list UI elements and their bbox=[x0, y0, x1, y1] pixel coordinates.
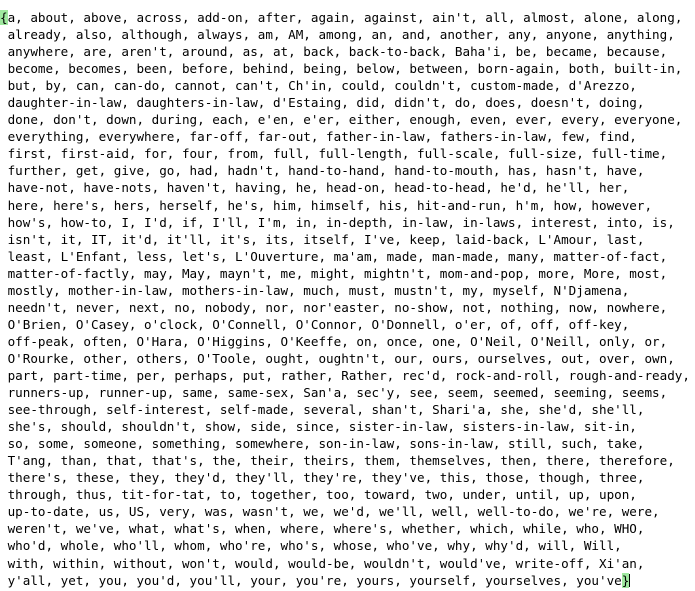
code-line-text: isn't, it, IT, it'd, it'll, it's, its, i… bbox=[0, 231, 645, 247]
code-line: so, some, someone, something, somewhere,… bbox=[0, 435, 690, 452]
code-line: {a, about, above, across, add-on, after,… bbox=[0, 9, 690, 26]
code-line: first, first-aid, for, four, from, full,… bbox=[0, 145, 690, 162]
code-line: further, get, give, go, had, hadn't, han… bbox=[0, 162, 690, 179]
code-line-text: off-peak, often, O'Hara, O'Higgins, O'Ke… bbox=[0, 333, 668, 349]
code-line: with, within, without, won't, would, wou… bbox=[0, 555, 690, 572]
code-line-text: done, don't, down, during, each, e'en, e… bbox=[0, 112, 683, 128]
code-line-text: a, about, above, across, add-on, after, … bbox=[7, 10, 683, 25]
close-brace-highlight: } bbox=[621, 572, 630, 588]
code-line-text: daughter-in-law, daughters-in-law, d'Est… bbox=[0, 95, 645, 111]
code-line: isn't, it, IT, it'd, it'll, it's, its, i… bbox=[0, 231, 690, 248]
code-line-text: weren't, we've, what, what's, when, wher… bbox=[0, 521, 645, 537]
code-line-text: up-to-date, us, US, very, was, wasn't, w… bbox=[0, 504, 660, 520]
code-line-text: needn't, never, next, no, nobody, nor, n… bbox=[0, 299, 668, 315]
code-line: done, don't, down, during, each, e'en, e… bbox=[0, 111, 690, 128]
code-line-text: already, also, although, always, am, AM,… bbox=[0, 27, 675, 43]
code-line-text: O'Brien, O'Casey, o'clock, O'Connell, O'… bbox=[0, 316, 630, 332]
code-line: off-peak, often, O'Hara, O'Higgins, O'Ke… bbox=[0, 333, 690, 350]
code-line-text: through, thus, tit-for-tat, to, together… bbox=[0, 487, 637, 503]
code-line: she's, should, shouldn't, show, side, si… bbox=[0, 418, 690, 435]
code-line-text: everything, everywhere, far-off, far-out… bbox=[0, 129, 637, 145]
code-line: part, part-time, per, perhaps, put, rath… bbox=[0, 367, 690, 384]
code-line: become, becomes, been, before, behind, b… bbox=[0, 60, 690, 77]
open-brace-highlight: { bbox=[0, 10, 8, 25]
code-line: but, by, can, can-do, cannot, can't, Ch'… bbox=[0, 77, 690, 94]
code-line: runners-up, runner-up, same, same-sex, S… bbox=[0, 384, 690, 401]
code-line: mostly, mother-in-law, mothers-in-law, m… bbox=[0, 282, 690, 299]
code-line-text: mostly, mother-in-law, mothers-in-law, m… bbox=[0, 282, 630, 298]
code-line-text: see-through, self-interest, self-made, s… bbox=[0, 402, 645, 418]
code-line: T'ang, than, that, that's, the, their, t… bbox=[0, 452, 690, 469]
code-line: through, thus, tit-for-tat, to, together… bbox=[0, 486, 690, 503]
code-line-text: she's, should, shouldn't, show, side, si… bbox=[0, 419, 637, 435]
code-line-text: first, first-aid, for, four, from, full,… bbox=[0, 146, 668, 162]
code-text-content[interactable]: {a, about, above, across, add-on, after,… bbox=[0, 9, 690, 589]
code-line: O'Brien, O'Casey, o'clock, O'Connell, O'… bbox=[0, 316, 690, 333]
code-line-text: become, becomes, been, before, behind, b… bbox=[0, 61, 683, 77]
code-line-text: with, within, without, won't, would, wou… bbox=[0, 555, 645, 571]
code-line: how's, how-to, I, I'd, if, I'll, I'm, in… bbox=[0, 214, 690, 231]
code-line: matter-of-factly, may, May, mayn't, me, … bbox=[0, 265, 690, 282]
code-line: anywhere, are, aren't, around, as, at, b… bbox=[0, 43, 690, 60]
code-line: everything, everywhere, far-off, far-out… bbox=[0, 128, 690, 145]
code-line-text: least, L'Enfant, less, let's, L'Ouvertur… bbox=[0, 248, 668, 264]
code-line: there's, these, they, they'd, they'll, t… bbox=[0, 469, 690, 486]
code-line: weren't, we've, what, what's, when, wher… bbox=[0, 520, 690, 537]
code-line: y'all, yet, you, you'd, you'll, your, yo… bbox=[0, 572, 690, 589]
code-line: who'd, whole, who'll, whom, who're, who'… bbox=[0, 537, 690, 554]
code-line: already, also, although, always, am, AM,… bbox=[0, 26, 690, 43]
code-line-text: O'Rourke, other, others, O'Toole, ought,… bbox=[0, 350, 675, 366]
code-line: O'Rourke, other, others, O'Toole, ought,… bbox=[0, 350, 690, 367]
code-line-text: so, some, someone, something, somewhere,… bbox=[0, 436, 645, 452]
code-line-text: matter-of-factly, may, May, mayn't, me, … bbox=[0, 265, 668, 281]
code-line: daughter-in-law, daughters-in-law, d'Est… bbox=[0, 94, 690, 111]
code-line: least, L'Enfant, less, let's, L'Ouvertur… bbox=[0, 248, 690, 265]
editor-surface[interactable]: {a, about, above, across, add-on, after,… bbox=[0, 0, 695, 591]
code-line-text: how's, how-to, I, I'd, if, I'll, I'm, in… bbox=[0, 214, 675, 230]
code-line-text: there's, these, they, they'd, they'll, t… bbox=[0, 470, 645, 486]
code-line-text: but, by, can, can-do, cannot, can't, Ch'… bbox=[0, 78, 637, 94]
code-line: needn't, never, next, no, nobody, nor, n… bbox=[0, 299, 690, 316]
code-line-text: T'ang, than, that, that's, the, their, t… bbox=[0, 453, 675, 469]
code-line-text: y'all, yet, you, you'd, you'll, your, yo… bbox=[0, 572, 622, 588]
code-line-text: further, get, give, go, had, hadn't, han… bbox=[0, 163, 645, 179]
code-line-text: have-not, have-nots, haven't, having, he… bbox=[0, 180, 630, 196]
code-line-text: anywhere, are, aren't, around, as, at, b… bbox=[0, 44, 668, 60]
code-line-text: runners-up, runner-up, same, same-sex, S… bbox=[0, 385, 668, 401]
code-line-text: here, here's, hers, herself, he's, him, … bbox=[0, 197, 653, 213]
text-caret bbox=[629, 573, 631, 587]
code-line-text: part, part-time, per, perhaps, put, rath… bbox=[0, 367, 690, 383]
code-line-text: who'd, whole, who'll, whom, who're, who'… bbox=[0, 538, 622, 554]
code-line: have-not, have-nots, haven't, having, he… bbox=[0, 179, 690, 196]
code-line: up-to-date, us, US, very, was, wasn't, w… bbox=[0, 503, 690, 520]
code-line: see-through, self-interest, self-made, s… bbox=[0, 401, 690, 418]
code-line: here, here's, hers, herself, he's, him, … bbox=[0, 197, 690, 214]
